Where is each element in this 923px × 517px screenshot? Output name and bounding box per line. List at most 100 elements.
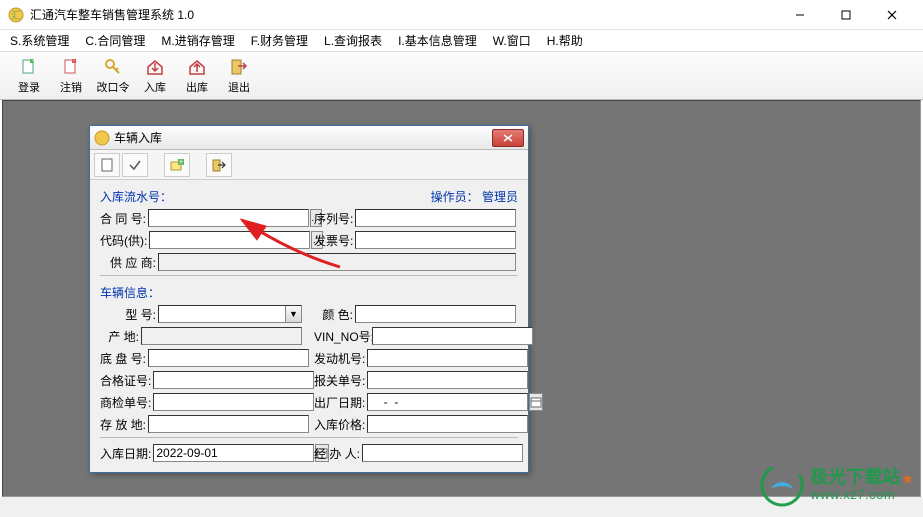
vin-label: VIN_NO号: [314,328,372,345]
dialog-icon [94,130,110,146]
vin-input[interactable] [372,327,533,345]
divider [100,275,518,276]
dialog-toolbar: + [90,150,528,180]
logout-icon: - [61,57,81,77]
in-date-input[interactable] [153,444,314,462]
toolbar-out-label: 出库 [186,79,208,95]
login-icon: + [19,57,39,77]
toolbar-login-label: 登录 [18,79,40,95]
toolbar-password[interactable]: 改口令 [92,54,134,98]
inspect-no-input[interactable] [153,393,314,411]
model-value [159,306,285,322]
invoice-no-input[interactable] [355,231,516,249]
customs-no-input[interactable] [367,371,528,389]
window-title: 汇通汽车整车销售管理系统 1.0 [30,6,777,23]
toolbar-exit[interactable]: 退出 [218,54,260,98]
color-input[interactable] [355,305,516,323]
vehicle-info-title: 车辆信息： [100,284,160,301]
svg-text:-: - [73,58,75,64]
in-price-label: 入库价格: [314,416,367,433]
mdi-workspace: 车辆入库 + 入库流水号： 操作 [2,100,921,497]
in-price-input[interactable] [367,415,528,433]
menu-finance[interactable]: F.财务管理 [245,30,314,51]
toolbar-in-label: 入库 [144,79,166,95]
handler-label: 经 办 人: [314,445,362,462]
close-button[interactable] [869,0,915,30]
dialog-titlebar[interactable]: 车辆入库 [90,126,528,150]
svg-text:汇: 汇 [11,9,21,22]
menu-bar: S.系统管理 C.合同管理 M.进销存管理 F.财务管理 L.查询报表 I.基本… [0,30,923,52]
factory-date-label: 出厂日期: [314,394,367,411]
vehicle-section-header: 车辆信息： [100,282,518,305]
dialog-add-field-button[interactable]: + [164,153,190,177]
toolbar-login[interactable]: + 登录 [8,54,50,98]
menu-basedata[interactable]: I.基本信息管理 [392,30,483,51]
origin-input[interactable] [141,327,302,345]
engine-label: 发动机号: [314,350,367,367]
toolbar-in[interactable]: 入库 [134,54,176,98]
operator-block: 操作员： 管理员 [431,188,518,205]
customs-no-label: 报关单号: [314,372,367,389]
menu-help[interactable]: H.帮助 [541,30,589,51]
factory-date-picker-button[interactable] [529,393,543,411]
key-icon [103,57,123,77]
menu-query[interactable]: L.查询报表 [318,30,388,51]
handler-input[interactable] [362,444,523,462]
dialog-close-button[interactable] [492,129,524,147]
menu-contract[interactable]: C.合同管理 [79,30,151,51]
storage-loc-label: 存 放 地: [100,416,148,433]
header-row: 入库流水号： 操作员： 管理员 [100,186,518,209]
supplier-code-input[interactable] [149,231,310,249]
window-buttons [777,0,915,30]
operator-label: 操作员： [431,190,479,204]
serial-no-input[interactable] [355,209,516,227]
menu-system[interactable]: S.系统管理 [4,30,75,51]
inspect-no-label: 商检单号: [100,394,153,411]
chassis-label: 底 盘 号: [100,350,148,367]
dialog-exit-button[interactable] [206,153,232,177]
toolbar-out[interactable]: 出库 [176,54,218,98]
dialog-title-text: 车辆入库 [114,129,492,146]
menu-window[interactable]: W.窗口 [487,30,537,51]
toolbar-logout-label: 注销 [60,79,82,95]
model-combo[interactable]: ▼ [158,305,302,323]
dialog-new-button[interactable] [94,153,120,177]
color-label: 颜 色: [314,306,355,323]
minimize-button[interactable] [777,0,823,30]
factory-date-input[interactable] [367,393,528,411]
supplier-name-label: 供 应 商: [100,254,158,271]
supplier-code-label: 代码(供): [100,232,149,249]
storage-loc-input[interactable] [148,415,309,433]
dialog-body: 入库流水号： 操作员： 管理员 合 同 号: … 序列号: 代码(供): [90,180,528,472]
main-toolbar: + 登录 - 注销 改口令 入库 出库 退出 [0,52,923,100]
toolbar-password-label: 改口令 [97,79,130,95]
cert-no-input[interactable] [153,371,314,389]
top-fields: 合 同 号: … 序列号: 代码(供): … 发票号: [100,209,518,271]
engine-input[interactable] [367,349,528,367]
maximize-button[interactable] [823,0,869,30]
serial-no-label: 序列号: [314,210,355,227]
svg-text:+: + [179,159,183,166]
chassis-input[interactable] [148,349,309,367]
window-titlebar: 汇 汇通汽车整车销售管理系统 1.0 [0,0,923,30]
cert-no-label: 合格证号: [100,372,153,389]
warehouse-out-icon [187,57,207,77]
vehicle-in-dialog: 车辆入库 + 入库流水号： 操作 [89,125,529,473]
dialog-confirm-button[interactable] [122,153,148,177]
menu-inventory[interactable]: M.进销存管理 [155,30,240,51]
origin-label: 产 地: [100,328,141,345]
contract-no-label: 合 同 号: [100,210,148,227]
dropdown-arrow-icon[interactable]: ▼ [285,306,301,322]
supplier-name-input[interactable] [158,253,516,271]
contract-no-input[interactable] [148,209,309,227]
divider [100,437,518,438]
warehouse-in-icon [145,57,165,77]
toolbar-exit-label: 退出 [228,79,250,95]
in-date-label: 入库日期: [100,445,153,462]
vehicle-fields: 型 号: ▼ 颜 色: 产 地: VIN_NO号: [100,305,518,433]
app-icon: 汇 [8,7,24,23]
toolbar-logout[interactable]: - 注销 [50,54,92,98]
model-label: 型 号: [100,306,158,323]
serial-label: 入库流水号： [100,188,172,205]
svg-text:+: + [32,58,35,64]
